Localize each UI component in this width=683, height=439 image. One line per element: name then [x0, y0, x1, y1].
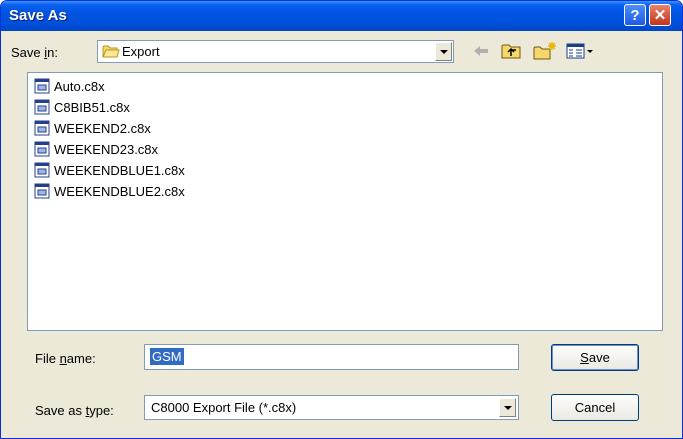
file-name: WEEKEND23.c8x — [54, 141, 159, 157]
save-button[interactable]: Save — [551, 344, 639, 371]
c8x-file-icon — [34, 141, 50, 157]
back-arrow-icon[interactable] — [471, 41, 491, 61]
save-as-type-combo[interactable]: C8000 Export File (*.c8x) — [144, 395, 519, 420]
file-list[interactable]: Auto.c8x C8BIB51.c8x WEEKEND2.c8x WEEKEN… — [27, 72, 663, 331]
save-as-type-value: C8000 Export File (*.c8x) — [151, 400, 297, 415]
save-as-dialog: Save As ? ✕ Save in: Export Auto.c8x C8B… — [0, 0, 683, 439]
new-folder-icon[interactable] — [533, 41, 557, 61]
views-menu-icon[interactable] — [566, 41, 594, 61]
file-name: WEEKEND2.c8x — [54, 120, 151, 136]
file-name-value: GSM — [150, 348, 184, 365]
file-name-input[interactable]: GSM — [144, 344, 519, 370]
up-one-level-icon[interactable] — [501, 41, 523, 61]
file-name: Auto.c8x — [54, 78, 105, 94]
file-item[interactable]: WEEKENDBLUE2.c8x — [34, 181, 185, 201]
save-as-type-label: Save as type: — [35, 403, 114, 418]
file-item[interactable]: C8BIB51.c8x — [34, 97, 130, 117]
file-name-label: File name: — [35, 351, 96, 366]
file-item[interactable]: WEEKENDBLUE1.c8x — [34, 160, 185, 180]
c8x-file-icon — [34, 78, 50, 94]
help-button[interactable]: ? — [624, 4, 646, 26]
c8x-file-icon — [34, 162, 50, 178]
file-name: WEEKENDBLUE1.c8x — [54, 162, 185, 178]
save-in-label: Save in: — [11, 45, 58, 60]
help-icon: ? — [630, 6, 640, 24]
c8x-file-icon — [34, 183, 50, 199]
cancel-button[interactable]: Cancel — [551, 394, 639, 421]
save-in-combo[interactable]: Export — [97, 40, 454, 63]
save-as-type-dropdown-button[interactable] — [499, 398, 516, 417]
close-button[interactable]: ✕ — [649, 4, 671, 26]
save-in-value: Export — [122, 44, 160, 59]
close-icon: ✕ — [653, 7, 667, 24]
folder-icon — [102, 45, 120, 58]
save-in-dropdown-button[interactable] — [435, 42, 452, 61]
dialog-title: Save As — [9, 7, 67, 24]
c8x-file-icon — [34, 120, 50, 136]
file-name: WEEKENDBLUE2.c8x — [54, 183, 185, 199]
file-item[interactable]: WEEKEND2.c8x — [34, 118, 151, 138]
file-item[interactable]: WEEKEND23.c8x — [34, 139, 158, 159]
title-bar[interactable]: Save As ? ✕ — [1, 1, 682, 31]
file-item[interactable]: Auto.c8x — [34, 76, 105, 96]
file-name: C8BIB51.c8x — [54, 99, 130, 115]
c8x-file-icon — [34, 99, 50, 115]
